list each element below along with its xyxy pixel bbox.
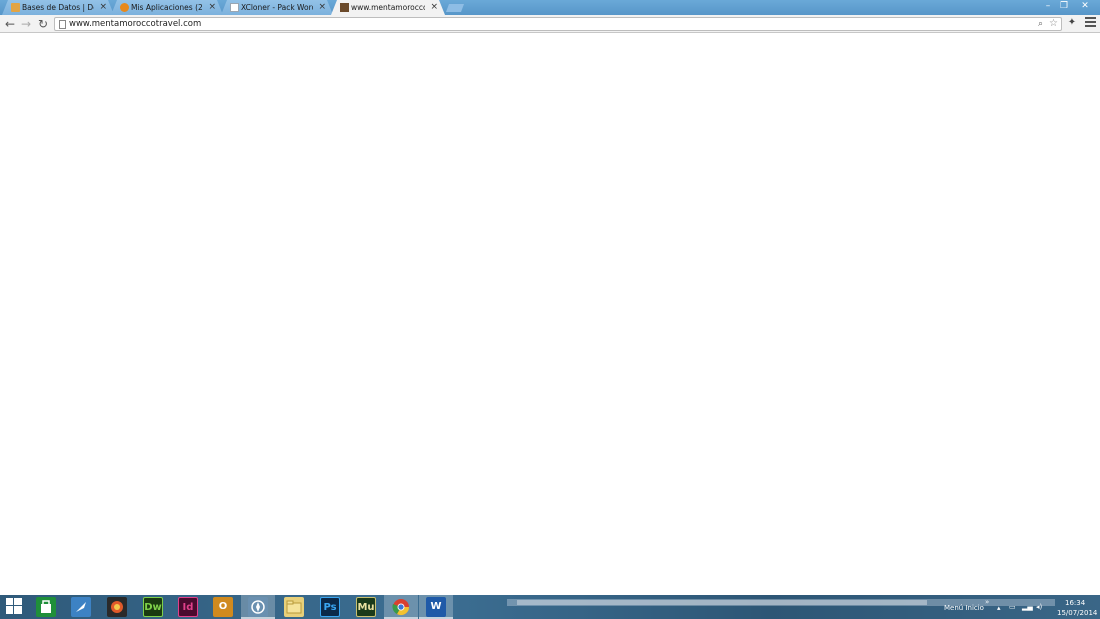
reload-button[interactable]: ↻ [36,17,50,31]
store-icon[interactable] [36,597,56,617]
tab-close-icon[interactable]: × [208,1,216,14]
clock-time[interactable]: 16:34 [1065,599,1085,607]
compass-app-icon[interactable] [248,597,268,617]
word-icon[interactable]: W [426,597,446,617]
tab-mis-aplicaciones[interactable]: Mis Aplicaciones (2) - Pa × [111,0,223,15]
url-text[interactable]: www.mentamoroccotravel.com [69,18,201,30]
clock-date[interactable]: 15/07/2014 [1057,609,1097,617]
cpanel-favicon-icon [120,3,129,12]
chrome-menu-icon[interactable] [1085,17,1096,29]
tab-close-icon[interactable]: × [318,1,326,14]
taskbar-scrollbar[interactable] [507,599,1055,606]
folder-favicon-icon [11,3,20,12]
windows-start-icon[interactable] [5,598,23,616]
chrome-icon[interactable] [391,597,411,617]
file-explorer-icon[interactable] [284,597,304,617]
outlook-icon[interactable]: O [213,597,233,617]
colorful-app-icon[interactable] [107,597,127,617]
tab-xcloner[interactable]: XCloner - Pack WordPres × [221,0,333,15]
address-bar[interactable]: www.mentamoroccotravel.com ⌕ ☆ [54,17,1062,31]
new-tab-button[interactable] [446,4,464,12]
rocket-app-icon[interactable] [71,597,91,617]
page-favicon-icon [230,3,239,12]
extension-icon[interactable]: ✦ [1066,17,1078,29]
restore-button[interactable]: ❐ [1055,0,1073,13]
search-icon[interactable]: ⌕ [1038,18,1043,30]
bookmark-star-icon[interactable]: ☆ [1049,17,1058,30]
tab-strip: Bases de Datos | DonDom × Mis Aplicacion… [0,0,1100,15]
tab-mentamoroccotravel[interactable]: www.mentamoroccotravel × [331,0,445,15]
site-favicon-icon [340,3,349,12]
tab-bases-de-datos[interactable]: Bases de Datos | DonDom × [2,0,114,15]
tab-label: XCloner - Pack WordPres [241,3,313,12]
back-button[interactable]: ← [3,17,17,31]
tab-close-icon[interactable]: × [430,1,438,14]
browser-toolbar: ← → ↻ www.mentamoroccotravel.com ⌕ ☆ [0,15,1100,33]
muse-icon[interactable]: Mu [356,597,376,617]
close-window-button[interactable]: ✕ [1076,0,1094,13]
indesign-icon[interactable]: Id [178,597,198,617]
dreamweaver-icon[interactable]: Dw [143,597,163,617]
page-viewport [0,34,1100,595]
page-icon [59,20,66,29]
scrollbar-thumb[interactable] [517,600,927,605]
tab-label: Mis Aplicaciones (2) - Pa [131,3,203,12]
tab-label: www.mentamoroccotravel [351,3,425,12]
tab-label: Bases de Datos | DonDom [22,3,94,12]
tab-close-icon[interactable]: × [99,1,107,14]
forward-button[interactable]: → [19,17,33,31]
photoshop-icon[interactable]: Ps [320,597,340,617]
